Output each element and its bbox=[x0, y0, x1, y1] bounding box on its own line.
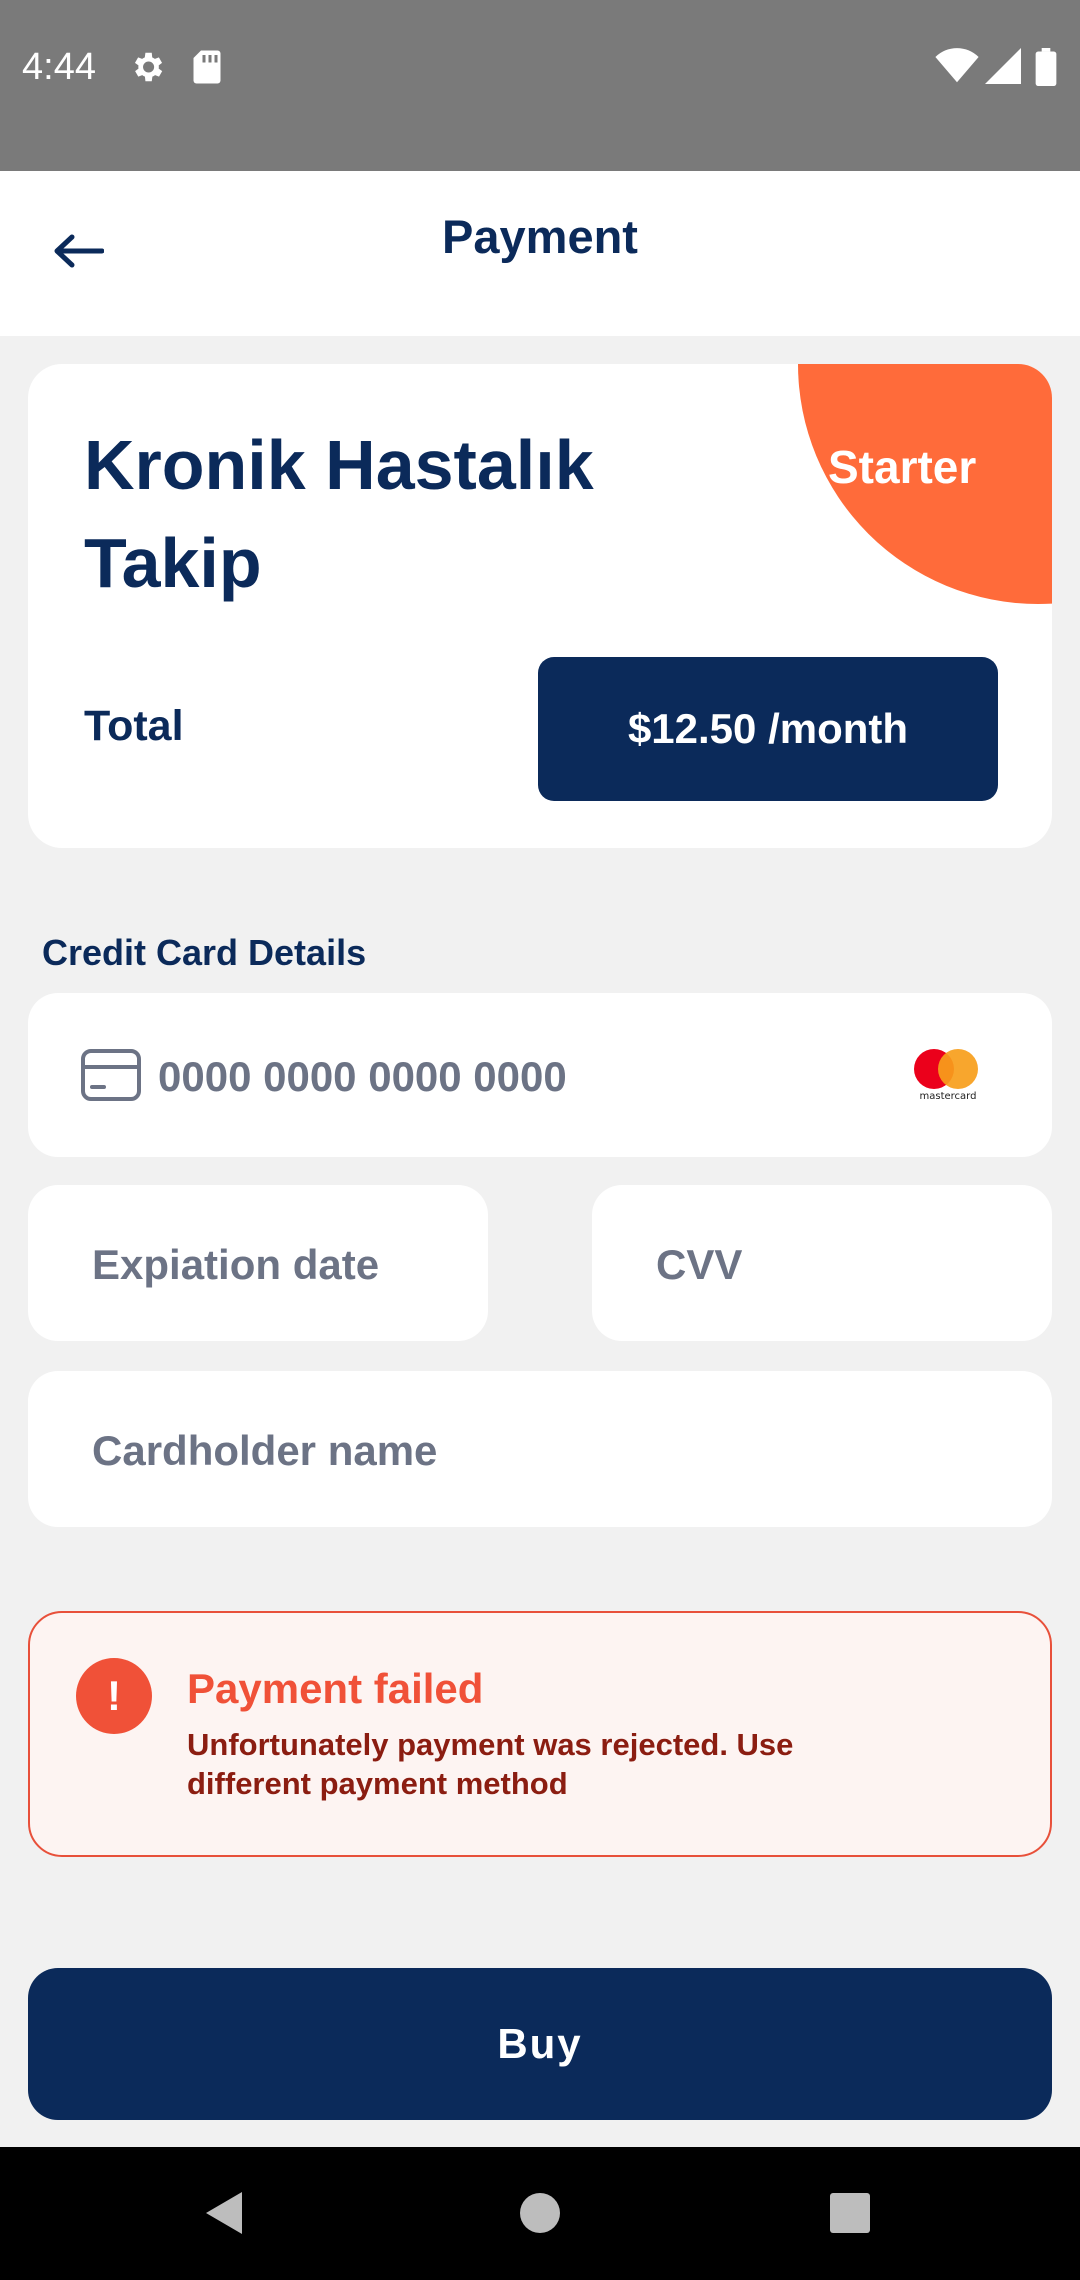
page-title: Payment bbox=[442, 210, 638, 263]
price-pill: $12.50 /month bbox=[538, 657, 998, 801]
card-number-placeholder: 0000 0000 0000 0000 bbox=[158, 1053, 567, 1100]
expiration-date-field[interactable]: Expiation date bbox=[28, 1185, 488, 1341]
gear-icon bbox=[134, 52, 163, 82]
status-time: 4:44 bbox=[22, 46, 96, 88]
expiration-date-placeholder: Expiation date bbox=[92, 1241, 380, 1288]
status-bar: 4:44 bbox=[0, 0, 1080, 171]
error-icon: ! bbox=[76, 1658, 152, 1734]
cardholder-name-placeholder: Cardholder name bbox=[92, 1427, 438, 1474]
card-number-field[interactable]: 0000 0000 0000 0000 mastercard bbox=[28, 993, 1052, 1157]
plan-name: Kronik Hastalık Takip bbox=[84, 426, 594, 602]
payment-failed-alert: ! Payment failed Unfortunately payment w… bbox=[28, 1611, 1052, 1857]
nav-recents-button[interactable] bbox=[818, 2181, 882, 2245]
plan-card: Starter Kronik Hastalık Takip Total $12.… bbox=[28, 364, 1052, 848]
nav-home-button[interactable] bbox=[508, 2181, 572, 2245]
nav-back-button[interactable] bbox=[192, 2181, 256, 2245]
total-label: Total bbox=[84, 702, 184, 750]
cvv-field[interactable]: CVV bbox=[592, 1185, 1052, 1341]
cardholder-name-field[interactable]: Cardholder name bbox=[28, 1371, 1052, 1527]
back-triangle-icon bbox=[206, 2192, 242, 2234]
cvv-placeholder: CVV bbox=[656, 1241, 743, 1288]
home-circle-icon bbox=[520, 2193, 560, 2233]
plan-badge-label: Starter bbox=[828, 441, 977, 493]
recents-square-icon bbox=[830, 2193, 870, 2233]
signal-icon bbox=[985, 48, 1021, 84]
credit-card-icon bbox=[81, 1049, 141, 1101]
wifi-icon bbox=[935, 48, 979, 83]
system-nav-bar bbox=[0, 2147, 1080, 2280]
battery-icon bbox=[1035, 48, 1057, 86]
app-bar: Payment bbox=[0, 171, 1080, 336]
section-label-credit-card: Credit Card Details bbox=[42, 932, 367, 973]
alert-title: Payment failed bbox=[187, 1665, 484, 1712]
buy-button[interactable]: Buy bbox=[28, 1968, 1052, 2120]
mastercard-logo: mastercard bbox=[908, 1047, 988, 1103]
alert-message: Unfortunately payment was rejected. Use … bbox=[187, 1727, 794, 1801]
sd-card-icon bbox=[193, 50, 221, 84]
